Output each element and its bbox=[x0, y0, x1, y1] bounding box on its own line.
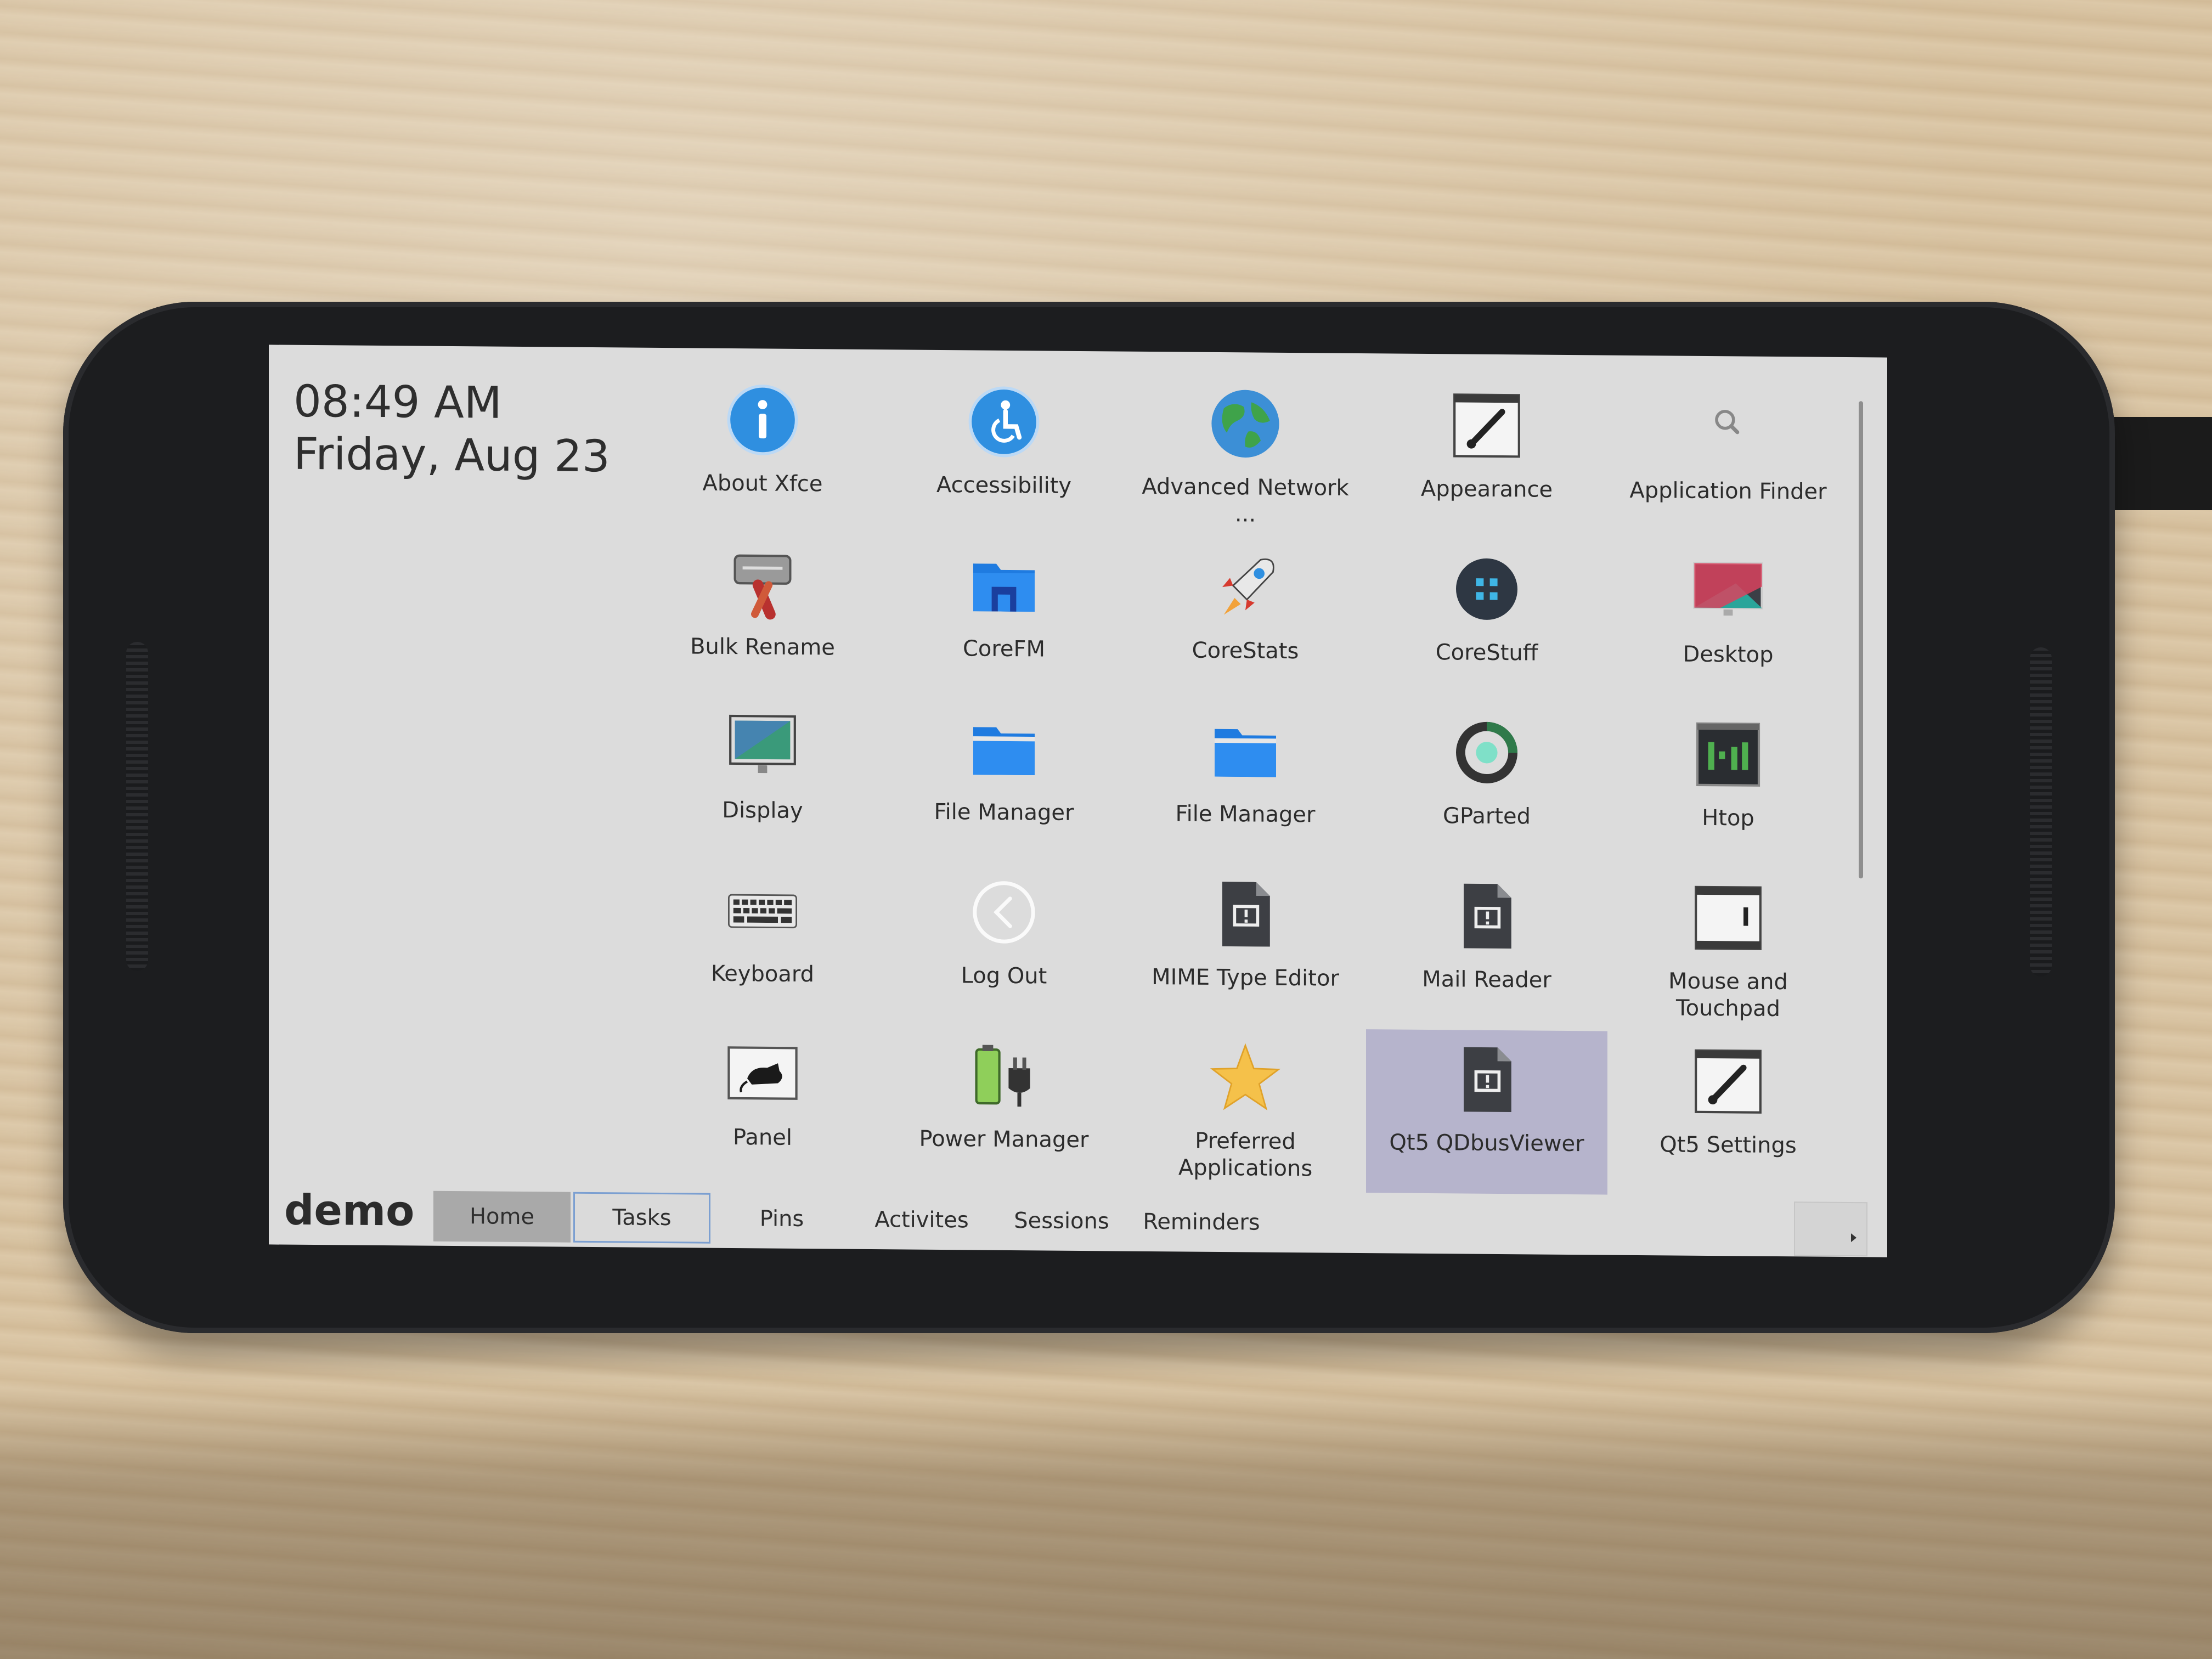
app-log-out[interactable]: Log Out bbox=[883, 862, 1125, 1027]
app-mouse-and-touchpad[interactable]: Mouse and Touchpad bbox=[1607, 868, 1849, 1033]
app-label: Accessibility bbox=[936, 472, 1072, 499]
clock-time: 08:49 AM bbox=[294, 375, 502, 428]
app-about-xfce[interactable]: About Xfce bbox=[642, 370, 883, 535]
info-icon bbox=[727, 385, 798, 455]
app-bulk-rename[interactable]: Bulk Rename bbox=[642, 533, 883, 698]
app-label: Mail Reader bbox=[1422, 966, 1551, 993]
tab-pins[interactable]: Pins bbox=[713, 1193, 850, 1245]
clock-widget: 08:49 AM Friday, Aug 23 bbox=[294, 375, 610, 483]
app-label: CoreFM bbox=[962, 636, 1046, 662]
keyboard-icon bbox=[728, 894, 797, 929]
app-label: Mouse and Touchpad bbox=[1668, 968, 1788, 1022]
folder-icon bbox=[1215, 729, 1276, 777]
accessibility-icon bbox=[968, 386, 1040, 458]
document-alert-icon bbox=[1464, 883, 1511, 949]
app-power-manager[interactable]: Power Manager bbox=[883, 1025, 1125, 1190]
appearance-brush-icon bbox=[1695, 1049, 1762, 1114]
app-advanced-network[interactable]: Advanced Network ... bbox=[1125, 374, 1366, 539]
app-label: Preferred Applications bbox=[1178, 1128, 1313, 1182]
app-grid-scrollbar[interactable] bbox=[1859, 401, 1863, 879]
clock-date: Friday, Aug 23 bbox=[294, 428, 610, 482]
app-appearance[interactable]: Appearance bbox=[1366, 375, 1607, 540]
tab-home[interactable]: Home bbox=[433, 1190, 571, 1243]
app-label: CoreStats bbox=[1192, 637, 1299, 664]
expand-button[interactable] bbox=[1794, 1201, 1867, 1257]
bottom-bar: demo Home Tasks Pins Activites Sessions … bbox=[269, 1173, 1887, 1257]
app-corestats[interactable]: CoreStats bbox=[1125, 537, 1366, 702]
app-label: Qt5 Settings bbox=[1660, 1132, 1797, 1159]
app-label: Log Out bbox=[961, 963, 1047, 989]
app-label: File Manager bbox=[934, 799, 1074, 826]
app-file-manager-1[interactable]: File Manager bbox=[883, 698, 1125, 864]
app-panel[interactable]: Panel bbox=[642, 1024, 883, 1189]
username: demo bbox=[284, 1185, 415, 1235]
app-label: Appearance bbox=[1420, 476, 1553, 503]
panel-mouse-icon bbox=[727, 1046, 798, 1100]
app-mail-reader[interactable]: Mail Reader bbox=[1366, 866, 1607, 1031]
corestuff-icon bbox=[1456, 558, 1517, 620]
app-label: Keyboard bbox=[710, 961, 815, 988]
app-file-manager-2[interactable]: File Manager bbox=[1125, 701, 1366, 866]
right-speaker-grille bbox=[2030, 647, 2052, 977]
app-label: About Xfce bbox=[702, 470, 823, 497]
app-corestuff[interactable]: CoreStuff bbox=[1366, 539, 1607, 704]
star-icon bbox=[1210, 1043, 1281, 1110]
app-mime-type-editor[interactable]: MIME Type Editor bbox=[1125, 864, 1366, 1029]
table-shadow bbox=[0, 1383, 2212, 1659]
gparted-icon bbox=[1456, 721, 1517, 783]
tab-reminders[interactable]: Reminders bbox=[1133, 1197, 1270, 1248]
tab-sessions[interactable]: Sessions bbox=[993, 1195, 1130, 1247]
folder-icon bbox=[973, 563, 1035, 612]
app-label: MIME Type Editor bbox=[1152, 964, 1339, 991]
tab-tasks[interactable]: Tasks bbox=[573, 1192, 710, 1244]
app-gparted[interactable]: GParted bbox=[1366, 702, 1607, 867]
monitor-icon bbox=[1693, 562, 1763, 616]
app-preferred-applications[interactable]: Preferred Applications bbox=[1125, 1028, 1366, 1193]
display-icon bbox=[729, 714, 796, 774]
appearance-brush-icon bbox=[1453, 393, 1520, 458]
mouse-settings-icon bbox=[1695, 885, 1762, 950]
app-label: Display bbox=[722, 797, 803, 824]
battery-plug-icon bbox=[975, 1045, 1030, 1107]
tab-activites[interactable]: Activites bbox=[853, 1194, 990, 1246]
app-desktop[interactable]: Desktop bbox=[1607, 541, 1849, 706]
app-label: GParted bbox=[1443, 803, 1531, 830]
globe-icon bbox=[1211, 390, 1279, 458]
htop-terminal-icon bbox=[1696, 722, 1760, 787]
app-application-finder[interactable]: Application Finder bbox=[1607, 377, 1849, 543]
app-label: Power Manager bbox=[919, 1126, 1089, 1153]
app-label: Bulk Rename bbox=[690, 634, 835, 661]
app-keyboard[interactable]: Keyboard bbox=[642, 860, 883, 1025]
app-accessibility[interactable]: Accessibility bbox=[883, 371, 1125, 537]
app-display[interactable]: Display bbox=[642, 697, 883, 862]
logout-icon bbox=[973, 881, 1035, 944]
app-label: CoreStuff bbox=[1435, 640, 1538, 666]
app-label: Application Finder bbox=[1629, 477, 1827, 505]
left-speaker-grille bbox=[126, 642, 148, 971]
app-qt5-qdbusviewer[interactable]: Qt5 QDbusViewer bbox=[1366, 1029, 1607, 1195]
app-grid: About Xfce Accessibility Advanced Networ… bbox=[642, 370, 1849, 1197]
app-qt5-settings[interactable]: Qt5 Settings bbox=[1607, 1031, 1849, 1197]
document-alert-icon bbox=[1464, 1047, 1511, 1113]
phone-screen: 08:49 AM Friday, Aug 23 About Xfce Acces… bbox=[269, 345, 1887, 1257]
app-label: File Manager bbox=[1175, 801, 1316, 828]
rocket-icon bbox=[1222, 558, 1274, 615]
app-label: Advanced Network ... bbox=[1142, 473, 1349, 527]
app-htop[interactable]: Htop bbox=[1607, 704, 1849, 870]
app-label: Panel bbox=[733, 1125, 792, 1150]
app-corefm[interactable]: CoreFM bbox=[883, 535, 1125, 700]
bulk-rename-icon bbox=[733, 554, 792, 620]
app-label: Desktop bbox=[1683, 641, 1774, 668]
app-label: Htop bbox=[1702, 805, 1754, 831]
app-label: Qt5 QDbusViewer bbox=[1389, 1130, 1584, 1157]
document-alert-icon bbox=[1222, 882, 1270, 947]
folder-icon bbox=[973, 727, 1035, 775]
search-icon bbox=[1715, 410, 1740, 435]
